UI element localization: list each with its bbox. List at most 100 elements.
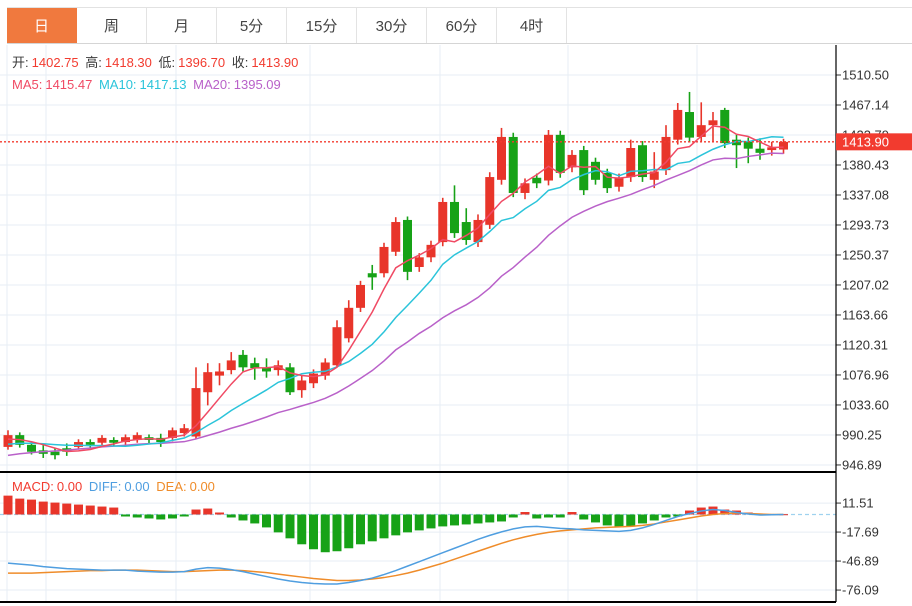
candle-body xyxy=(380,247,389,273)
candle-body xyxy=(697,125,706,137)
candle-body xyxy=(638,145,647,177)
candle-body xyxy=(192,388,201,436)
price-axis-label: 946.89 xyxy=(842,457,882,472)
macd-hist-bar xyxy=(180,515,189,517)
candle-body xyxy=(368,273,377,277)
macd-hist-bar xyxy=(274,515,283,533)
macd-hist-bar xyxy=(568,512,577,514)
ohlc-info-row: 开:1402.75 高:1418.30 低:1396.70 收:1413.90 xyxy=(12,52,301,71)
macd-hist-bar xyxy=(333,515,342,552)
candle-body xyxy=(227,360,236,370)
tab-60min[interactable]: 60分 xyxy=(427,8,497,43)
macd-hist-bar xyxy=(485,515,494,523)
macd-hist-bar xyxy=(532,515,541,519)
macd-hist-bar xyxy=(250,515,259,524)
macd-hist-bar xyxy=(297,515,306,545)
close-value: 1413.90 xyxy=(251,55,298,70)
candle-body xyxy=(262,368,271,371)
candle-body xyxy=(673,110,682,140)
tab-30min[interactable]: 30分 xyxy=(357,8,427,43)
macd-hist-bar xyxy=(368,515,377,542)
candle-body xyxy=(744,142,753,149)
price-axis-label: 1380.43 xyxy=(842,157,889,172)
price-axis-label: 1337.08 xyxy=(842,187,889,202)
macd-hist-bar xyxy=(603,515,612,526)
macd-axis-label: -46.89 xyxy=(842,554,879,569)
low-value: 1396.70 xyxy=(178,55,225,70)
macd-hist-bar xyxy=(474,515,483,524)
ma10-label: MA10: xyxy=(99,77,137,92)
macd-label: MACD: xyxy=(12,479,54,494)
macd-hist-bar xyxy=(403,515,412,533)
macd-hist-bar xyxy=(356,515,365,545)
macd-hist-bar xyxy=(39,502,48,515)
macd-hist-bar xyxy=(62,504,71,515)
macd-hist-bar xyxy=(344,515,353,549)
price-axis-label: 1163.66 xyxy=(842,307,888,322)
tab-4hour[interactable]: 4时 xyxy=(497,8,567,43)
macd-hist-bar xyxy=(192,510,201,515)
open-value: 1402.75 xyxy=(32,55,79,70)
tab-day[interactable]: 日 xyxy=(7,8,77,43)
candle-body xyxy=(98,438,107,443)
macd-hist-bar xyxy=(98,507,107,515)
price-axis-label: 1510.50 xyxy=(842,68,889,83)
macd-hist-bar xyxy=(391,515,400,536)
macd-hist-bar xyxy=(450,515,459,526)
macd-hist-bar xyxy=(239,515,248,521)
candle-body xyxy=(51,452,60,455)
candle-body xyxy=(509,137,518,193)
diff-value: 0.00 xyxy=(124,479,149,494)
candle-body xyxy=(756,149,765,153)
ma10-line xyxy=(8,137,784,446)
macd-hist-bar xyxy=(638,515,647,524)
macd-hist-bar xyxy=(227,515,236,518)
macd-hist-bar xyxy=(321,515,330,553)
low-label: 低: xyxy=(159,55,176,70)
candle-body xyxy=(391,222,400,252)
ma20-line xyxy=(8,153,784,455)
tab-5min[interactable]: 5分 xyxy=(217,8,287,43)
macd-axis-label: -76.09 xyxy=(842,583,879,598)
candle-body xyxy=(497,137,506,180)
macd-hist-bar xyxy=(509,515,518,518)
macd-hist-bar xyxy=(86,506,95,515)
candle-body xyxy=(403,220,412,272)
macd-hist-bar xyxy=(497,515,506,522)
ma-info-row: MA5:1415.47 MA10:1417.13 MA20:1395.09 xyxy=(12,77,284,92)
ma20-value: 1395.09 xyxy=(234,77,281,92)
macd-hist-bar xyxy=(133,515,142,518)
candle-body xyxy=(239,355,248,367)
price-axis-label: 1207.02 xyxy=(842,277,889,292)
macd-axis-label: -17.69 xyxy=(842,525,879,540)
macd-hist-bar xyxy=(615,515,624,528)
price-axis-label: 1076.96 xyxy=(842,367,889,382)
macd-hist-bar xyxy=(262,515,271,528)
price-axis-label: 1033.60 xyxy=(842,397,889,412)
candle-body xyxy=(333,327,342,365)
tab-month[interactable]: 月 xyxy=(147,8,217,43)
high-value: 1418.30 xyxy=(105,55,152,70)
ma5-value: 1415.47 xyxy=(45,77,92,92)
ma5-label: MA5: xyxy=(12,77,42,92)
candle-body xyxy=(27,445,36,452)
tab-15min[interactable]: 15分 xyxy=(287,8,357,43)
candle-body xyxy=(356,285,365,308)
macd-hist-bar xyxy=(15,499,24,515)
macd-value: 0.00 xyxy=(57,479,82,494)
candle-body xyxy=(615,178,624,187)
macd-hist-bar xyxy=(4,496,13,515)
tab-week[interactable]: 周 xyxy=(77,8,147,43)
candle-body xyxy=(86,442,95,445)
macd-hist-bar xyxy=(579,515,588,520)
macd-hist-bar xyxy=(156,515,165,520)
candle-body xyxy=(450,202,459,233)
macd-hist-bar xyxy=(74,505,83,515)
open-label: 开: xyxy=(12,55,29,70)
candle-body xyxy=(685,112,694,138)
macd-hist-bar xyxy=(168,515,177,519)
macd-hist-bar xyxy=(544,515,553,518)
macd-hist-bar xyxy=(556,515,565,518)
candle-body xyxy=(297,380,306,390)
ma5-line xyxy=(8,126,784,451)
